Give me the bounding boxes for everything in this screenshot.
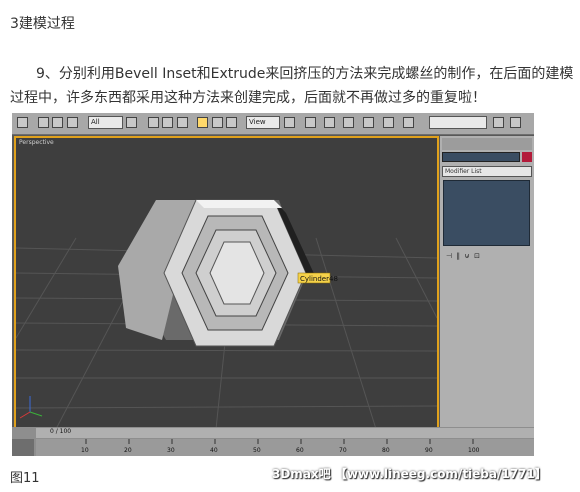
scale-icon[interactable] xyxy=(226,117,237,128)
move-icon[interactable] xyxy=(197,117,208,128)
modifier-list-dropdown[interactable]: Modifier List xyxy=(442,166,532,177)
window-crossing-icon[interactable] xyxy=(177,117,188,128)
ruler-tick-label: 50 xyxy=(253,447,261,454)
axis-tripod xyxy=(19,396,43,419)
align-icon[interactable] xyxy=(493,117,504,128)
modifier-stack[interactable] xyxy=(443,180,530,246)
layer-icon[interactable] xyxy=(510,117,521,128)
select-icon[interactable] xyxy=(126,117,137,128)
bind-icon[interactable] xyxy=(67,117,78,128)
frame-ruler[interactable]: 10 20 30 40 50 60 70 80 90 100 xyxy=(36,439,534,456)
rotate-icon[interactable] xyxy=(212,117,223,128)
named-selection-dropdown[interactable] xyxy=(429,116,487,129)
frame-counter: 0 / 100 xyxy=(50,428,72,435)
ref-coord-dropdown[interactable]: View xyxy=(246,116,280,129)
ruler-tick-label: 60 xyxy=(296,447,304,454)
mirror-icon[interactable] xyxy=(403,117,414,128)
snap-icon[interactable] xyxy=(305,117,316,128)
selection-filter-dropdown[interactable]: All xyxy=(88,116,123,129)
viewport-scene: Cylinder48 xyxy=(16,199,437,429)
link-icon[interactable] xyxy=(38,117,49,128)
region-select-icon[interactable] xyxy=(162,117,173,128)
object-name-field[interactable] xyxy=(442,152,520,162)
ruler-tick-label: 80 xyxy=(382,447,390,454)
ruler-tick-label: 70 xyxy=(339,447,347,454)
percent-snap-icon[interactable] xyxy=(343,117,354,128)
angle-snap-icon[interactable] xyxy=(324,117,335,128)
viewport-label[interactable]: Perspective xyxy=(19,139,54,146)
main-toolbar: All View xyxy=(12,113,534,135)
ruler-tick-label: 90 xyxy=(425,447,433,454)
hex-top-edge xyxy=(196,200,282,208)
figure-caption: 图11 xyxy=(10,471,40,486)
command-panel: Modifier List ⊣ ‖ ⊎ ⊡ xyxy=(440,136,534,427)
watermark: 3Dmax吧 【www.lineeg.com/tieba/1771】 xyxy=(272,467,547,481)
object-tooltip-text: Cylinder48 xyxy=(300,275,338,283)
select-by-name-icon[interactable] xyxy=(148,117,159,128)
named-sets-icon[interactable] xyxy=(383,117,394,128)
pivot-icon[interactable] xyxy=(284,117,295,128)
object-color-swatch[interactable] xyxy=(522,152,532,162)
ruler-tick-label: 20 xyxy=(124,447,132,454)
time-slider[interactable]: 0 / 100 xyxy=(36,428,534,438)
panel-tabs[interactable] xyxy=(442,138,532,150)
time-track: 0 / 100 10 20 30 40 50 60 70 80 90 100 xyxy=(12,427,534,456)
unlink-icon[interactable] xyxy=(52,117,63,128)
ruler-tick-label: 10 xyxy=(81,447,89,454)
spinner-snap-icon[interactable] xyxy=(363,117,374,128)
section-heading: 3建模过程 xyxy=(10,16,75,32)
max-screenshot: All View Perspective Cylinder48 Modifier… xyxy=(12,113,534,456)
ruler-tick-label: 30 xyxy=(167,447,175,454)
ruler-tick-label: 100 xyxy=(468,447,480,454)
mini-listener[interactable] xyxy=(12,439,34,456)
stack-controls[interactable]: ⊣ ‖ ⊎ ⊡ xyxy=(446,252,528,260)
perspective-viewport[interactable]: Perspective Cylinder48 xyxy=(14,136,439,431)
step-paragraph: 9、分别利用Bevell Inset和Extrude来回挤压的方法来完成螺丝的制… xyxy=(10,66,574,106)
ruler-tick-label: 40 xyxy=(210,447,218,454)
undo-icon[interactable] xyxy=(17,117,28,128)
